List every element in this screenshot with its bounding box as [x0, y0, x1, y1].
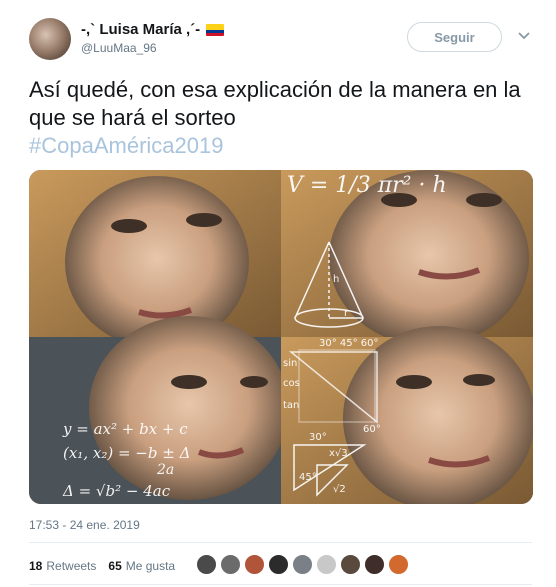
likes-label: Me gusta [125, 559, 176, 573]
liker-avatar[interactable] [340, 554, 361, 575]
liker-avatar[interactable] [220, 554, 241, 575]
liker-avatars [196, 554, 409, 578]
sin-label: sin [283, 358, 297, 369]
divider-top [29, 542, 532, 543]
hashtag-link[interactable]: #CopaAmérica2019 [29, 133, 223, 158]
triangle-root2-label: √2 [333, 484, 346, 495]
delta-formula: Δ = √b² − 4ac [62, 482, 171, 500]
colombia-flag-icon [206, 23, 225, 36]
tweet-body: Así quedé, con esa explicación de la man… [29, 77, 521, 130]
retweets-label: Retweets [46, 559, 97, 573]
roots-denominator: 2a [156, 462, 174, 478]
user-handle[interactable]: @LuuMaa_96 [81, 41, 224, 55]
liker-avatar[interactable] [388, 554, 409, 575]
roots-formula: (x₁, x₂) = −b ± Δ [63, 444, 190, 462]
tweet-timestamp[interactable]: 17:53 - 24 ene. 2019 [29, 518, 140, 532]
avatar[interactable] [29, 18, 71, 60]
cone-height-label: h [333, 274, 339, 285]
likes-stat[interactable]: 65 Me gusta [108, 559, 175, 573]
retweets-stat[interactable]: 18 Retweets [29, 559, 96, 573]
liker-avatar[interactable] [316, 554, 337, 575]
trig-angles-header: 30° 45° 60° [319, 338, 379, 349]
likes-count: 65 [108, 559, 122, 573]
math-lady-meme: V = 1/3 πr² · h y = ax² + bx + c (x₁, x₂… [29, 170, 533, 504]
cos-label: cos [283, 378, 300, 389]
tweet-header: -,` Luisa María ,´- @LuuMaa_96 Seguir [29, 18, 532, 62]
engagement-stats: 18 Retweets 65 Me gusta [29, 554, 187, 578]
chevron-down-icon[interactable] [516, 28, 532, 44]
liker-avatar[interactable] [364, 554, 385, 575]
divider-bottom [29, 584, 532, 585]
liker-avatar[interactable] [292, 554, 313, 575]
display-name-row[interactable]: -,` Luisa María ,´- [81, 21, 225, 38]
tweet-media-image[interactable]: V = 1/3 πr² · h y = ax² + bx + c (x₁, x₂… [29, 170, 533, 504]
liker-avatar[interactable] [244, 554, 265, 575]
user-names: -,` Luisa María ,´- @LuuMaa_96 [81, 21, 225, 55]
liker-avatar[interactable] [268, 554, 289, 575]
retweets-count: 18 [29, 559, 43, 573]
volume-formula: V = 1/3 πr² · h [287, 173, 447, 198]
liker-avatar[interactable] [196, 554, 217, 575]
triangle-root3-label: x√3 [329, 448, 348, 459]
follow-button[interactable]: Seguir [407, 22, 502, 52]
triangle-45-label: 45° [299, 472, 317, 483]
tan-label: tan [283, 400, 299, 411]
display-name[interactable]: -,` Luisa María ,´- [81, 21, 200, 38]
tweet-text: Así quedé, con esa explicación de la man… [29, 76, 529, 160]
triangle-60-label: 60° [363, 424, 381, 435]
triangle-30-label: 30° [309, 432, 327, 443]
quadratic-formula: y = ax² + bx + c [62, 420, 188, 438]
